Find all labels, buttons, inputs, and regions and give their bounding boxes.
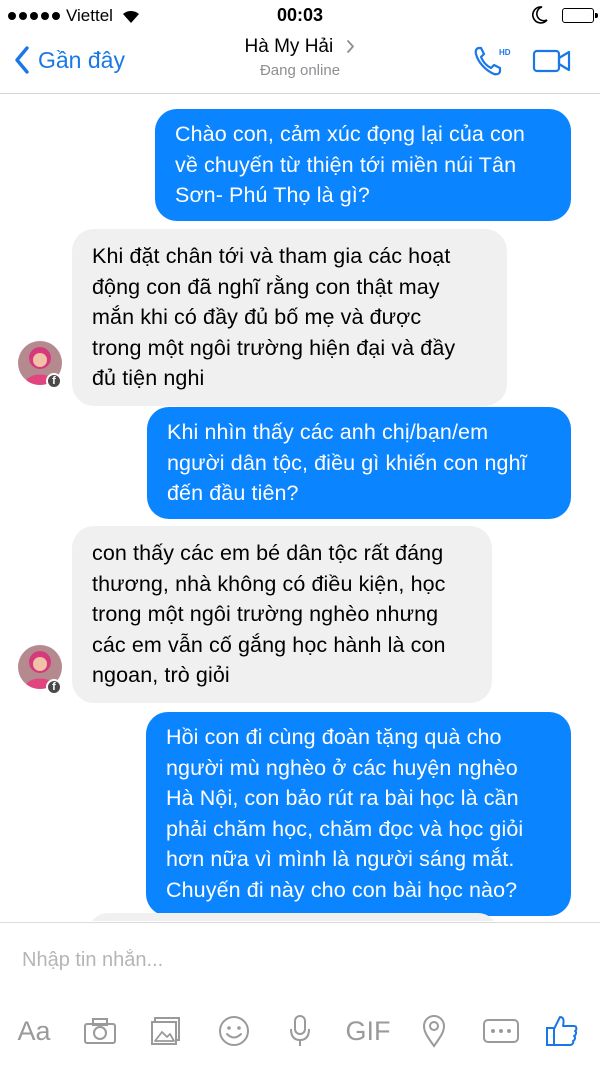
location-pin-icon [422,1015,446,1048]
message-line: Hồi con đi cùng đoàn tặng quà cho [166,725,502,749]
conversation-header: Gần đây Hà My Hải Đang online HD [0,30,600,94]
message-line: hơn nữa vì mình là người sáng mắt. [166,847,515,872]
message-line: động con đã nghĩ rằng con thật may [92,274,440,299]
photo-gallery-button[interactable] [144,1009,188,1053]
message-bubble-incoming-partial[interactable] [88,913,498,921]
hd-label: HD [499,48,511,57]
battery-icon [562,7,598,23]
camera-icon [84,1018,116,1044]
message-bubble-incoming[interactable]: con thấy các em bé dân tộc rất đáng thươ… [72,526,492,703]
message-line: thương, nhà không có điều kiện, học [92,571,446,596]
message-line: trong một ngôi trường hiện đại và đầy [92,335,456,360]
more-icon [483,1019,519,1043]
message-line: đủ tiện nghi [92,366,205,391]
message-line: phải chăm học, chăm đọc và học giỏi [166,816,524,841]
video-camera-icon [532,49,561,73]
composer: Aa [0,922,600,1067]
message-line: Chuyến đi này cho con bài học nào? [166,877,518,902]
message-line: đến đầu tiên? [167,481,299,506]
message-line: Sơn- Phú Thọ là gì? [175,183,370,208]
gif-button[interactable]: GIF [340,1009,396,1053]
status-bar: Viettel 00:03 [0,0,600,30]
location-button[interactable] [412,1009,456,1053]
video-call-button[interactable] [532,48,572,74]
voice-message-button[interactable] [278,1009,322,1053]
emoji-button[interactable] [212,1009,256,1053]
message-bubble-outgoing[interactable]: Hồi con đi cùng đoàn tặng quà cho người … [146,712,571,916]
like-button[interactable] [540,1009,584,1053]
more-options-button[interactable] [478,1009,524,1053]
chevron-right-icon [347,40,355,54]
camera-button[interactable] [78,1009,122,1053]
message-line: Khi nhìn thấy các anh chị/bạn/em [167,420,489,444]
phone-icon [474,46,502,76]
message-line: người dân tộc, điều gì khiến con nghĩ [167,450,527,475]
contact-name: Hà My Hải [244,36,334,57]
photo-gallery-icon [151,1017,180,1045]
message-line: về chuyến từ thiện tới miền núi Tân [175,152,517,177]
message-input[interactable] [22,943,562,977]
message-bubble-outgoing[interactable]: Khi nhìn thấy các anh chị/bạn/em người d… [147,407,571,519]
message-line: Chào con, cảm xúc đọng lại của con [175,122,525,146]
message-line: ngoan, trò giỏi [92,663,230,688]
message-line: con thấy các em bé dân tộc rất đáng [92,541,444,565]
smiley-icon [219,1016,249,1046]
messenger-badge-icon: f [46,373,62,389]
message-bubble-incoming[interactable]: Khi đặt chân tới và tham gia các hoạt độ… [72,229,507,406]
message-line: Khi đặt chân tới và tham gia các hoạt [92,244,451,268]
messenger-badge-icon: f [46,679,62,695]
composer-toolbar: Aa GIF [0,1009,600,1053]
message-line: người mù nghèo ở các huyện nghèo [166,755,518,780]
message-line: mắn khi có đầy đủ bố mẹ và được [92,305,422,330]
message-line: các em vẫn cố gắng học hành là con [92,632,446,657]
message-line: trong một ngôi trường nghèo nhưng [92,602,439,627]
message-line: Hà Nội, con bảo rút ra bài học là cần [166,786,519,811]
thumbs-up-icon [546,1016,578,1046]
hd-call-button[interactable]: HD [472,44,512,80]
message-thread: Chào con, cảm xúc đọng lại của con về ch… [0,95,600,921]
moon-icon [532,6,548,24]
status-time: 00:03 [276,5,324,25]
text-format-button[interactable]: Aa [12,1009,56,1053]
microphone-icon [290,1015,310,1046]
message-bubble-outgoing[interactable]: Chào con, cảm xúc đọng lại của con về ch… [155,109,571,221]
